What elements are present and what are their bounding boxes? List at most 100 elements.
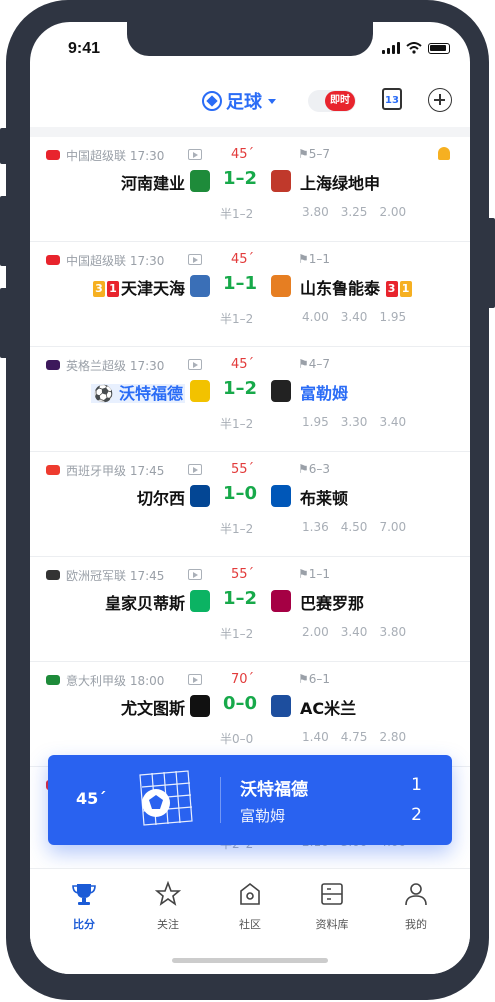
divider bbox=[30, 127, 470, 137]
tab-database[interactable]: 资料库 bbox=[302, 881, 362, 932]
home-team[interactable]: ⚽ 沃特福德 bbox=[91, 380, 185, 404]
video-icon[interactable] bbox=[188, 569, 202, 580]
tab-follow[interactable]: 关注 bbox=[138, 880, 198, 932]
home-team[interactable]: 切尔西 bbox=[137, 485, 185, 509]
match-row[interactable]: 欧洲冠军联 17:45 55´ ⚑1–1 皇家贝蒂斯 1–2 巴赛罗那 半1–2 2.00 3.… bbox=[30, 557, 470, 662]
video-icon[interactable] bbox=[188, 674, 202, 685]
video-icon[interactable] bbox=[188, 359, 202, 370]
away-crest-icon bbox=[271, 170, 291, 192]
odds: 3.80 3.25 2.00 bbox=[302, 205, 406, 219]
home-crest-icon bbox=[190, 275, 210, 297]
away-team[interactable]: AC米兰 bbox=[300, 695, 356, 719]
star-icon bbox=[154, 880, 182, 906]
away-team[interactable]: 富勒姆 bbox=[300, 380, 348, 404]
red-card: 3 bbox=[385, 281, 398, 297]
home-team[interactable]: 河南建业 bbox=[121, 170, 185, 194]
corner-count: ⚑1–1 bbox=[298, 252, 331, 266]
odds-value: 2.00 bbox=[302, 625, 329, 639]
volume-up-button bbox=[0, 196, 8, 266]
match-meta: 欧洲冠军联 17:45 55´ ⚑1–1 bbox=[46, 567, 454, 585]
home-crest-icon bbox=[190, 380, 210, 402]
corner-count: ⚑6–3 bbox=[298, 462, 331, 476]
match-minute: 55´ bbox=[231, 567, 255, 582]
league-name-time: 中国超级联 17:30 bbox=[66, 254, 165, 268]
home-team[interactable]: 皇家贝蒂斯 bbox=[105, 590, 185, 614]
league-name-time: 中国超级联 17:30 bbox=[66, 149, 165, 163]
status-icons bbox=[382, 42, 450, 54]
home-team[interactable]: 3 1 天津天海 bbox=[92, 275, 185, 299]
home-team-name: 皇家贝蒂斯 bbox=[104, 594, 185, 613]
home-crest-icon bbox=[190, 590, 210, 612]
away-team[interactable]: 山东鲁能泰 31 bbox=[300, 275, 414, 299]
tab-label: 资料库 bbox=[315, 918, 349, 931]
goal-score-1: 1 bbox=[411, 775, 422, 795]
tab-label: 关注 bbox=[157, 918, 179, 931]
league-name-time: 欧洲冠军联 17:45 bbox=[66, 569, 165, 583]
video-icon[interactable] bbox=[188, 464, 202, 475]
away-team[interactable]: 布莱顿 bbox=[300, 485, 348, 509]
odds-value: 1.40 bbox=[302, 730, 329, 744]
bell-icon[interactable] bbox=[438, 147, 450, 160]
odds: 1.95 3.30 3.40 bbox=[302, 415, 406, 429]
tab-community[interactable]: 社区 bbox=[220, 881, 280, 932]
away-team-name: 富勒姆 bbox=[300, 384, 349, 403]
match-score: 0–0 bbox=[222, 693, 258, 714]
home-crest-icon bbox=[190, 485, 210, 507]
match-row[interactable]: 中国超级联 17:30 45´ ⚑1–1 3 1 天津天海 1–1 山东鲁能泰 3 1 半1–2 4… bbox=[30, 242, 470, 347]
odds-value: 3.40 bbox=[379, 415, 407, 429]
away-crest-icon bbox=[271, 380, 291, 402]
goal-popup[interactable]: 45´ 沃特福德 富勒姆 1 2 bbox=[48, 755, 452, 845]
home-team-name: ⚽ 沃特福德 bbox=[91, 384, 185, 403]
home-team[interactable]: 尤文图斯 bbox=[121, 695, 185, 719]
corner-count: ⚑6–1 bbox=[298, 672, 331, 686]
away-team[interactable]: 上海绿地申 bbox=[300, 170, 380, 194]
notch bbox=[127, 22, 373, 56]
away-team-name: 巴赛罗那 bbox=[300, 594, 365, 613]
half-time-score: 半1–2 bbox=[220, 627, 254, 641]
odds-value: 7.00 bbox=[379, 520, 407, 534]
screen: 9:41 足球 即时 13 中国超级联 17:30 45´ ⚑5–7 河南建业 1–2 上… bbox=[30, 22, 470, 974]
live-toggle[interactable]: 即时 bbox=[308, 90, 356, 112]
league-icon bbox=[46, 570, 60, 580]
odds: 4.00 3.40 1.95 bbox=[302, 310, 406, 324]
sport-selector[interactable]: 足球 bbox=[202, 88, 276, 114]
half-time-score: 半1–2 bbox=[220, 207, 254, 221]
video-icon[interactable] bbox=[188, 254, 202, 265]
chevron-down-icon bbox=[268, 98, 276, 104]
calendar-icon[interactable]: 13 bbox=[382, 88, 402, 110]
wifi-icon bbox=[406, 42, 422, 54]
video-icon[interactable] bbox=[188, 149, 202, 160]
match-row[interactable]: 中国超级联 17:30 45´ ⚑5–7 河南建业 1–2 上海绿地申 半1–2 3.80 3.… bbox=[30, 137, 470, 242]
match-meta: 英格兰超级 17:30 45´ ⚑4–7 bbox=[46, 357, 454, 375]
match-row[interactable]: 意大利甲级 18:00 70´ ⚑6–1 尤文图斯 0–0 AC米兰 半0–0 1.40 4.7… bbox=[30, 662, 470, 767]
volume-down-button bbox=[0, 288, 8, 358]
mute-switch bbox=[0, 128, 8, 164]
database-icon bbox=[321, 883, 343, 905]
add-icon[interactable] bbox=[428, 88, 452, 112]
odds-value: 4.00 bbox=[302, 310, 329, 324]
match-score: 1–2 bbox=[222, 378, 258, 399]
match-row[interactable]: 西班牙甲级 17:45 55´ ⚑6–3 切尔西 1–0 布莱顿 半1–2 1.36 4.50 7… bbox=[30, 452, 470, 557]
match-minute: 70´ bbox=[231, 672, 255, 687]
tab-scores[interactable]: 比分 bbox=[54, 881, 114, 932]
tab-label: 比分 bbox=[73, 918, 95, 931]
battery-icon bbox=[428, 42, 450, 54]
goal-net-icon bbox=[139, 770, 193, 826]
odds: 2.00 3.40 3.80 bbox=[302, 625, 406, 639]
tab-me[interactable]: 我的 bbox=[386, 881, 446, 932]
community-icon bbox=[240, 882, 260, 905]
away-crest-icon bbox=[271, 695, 291, 717]
away-team-name: 山东鲁能泰 bbox=[300, 279, 381, 298]
odds: 1.40 4.75 2.80 bbox=[302, 730, 406, 744]
odds-value: 3.40 bbox=[340, 625, 368, 639]
odds-value: 1.36 bbox=[302, 520, 329, 534]
odds-value: 4.50 bbox=[340, 520, 368, 534]
signal-icon bbox=[382, 42, 400, 54]
tab-label: 我的 bbox=[405, 918, 427, 931]
match-meta: 中国超级联 17:30 45´ ⚑5–7 bbox=[46, 147, 454, 165]
away-team-name: AC米兰 bbox=[300, 699, 357, 718]
away-team[interactable]: 巴赛罗那 bbox=[300, 590, 364, 614]
away-crest-icon bbox=[271, 485, 291, 507]
match-row[interactable]: 英格兰超级 17:30 45´ ⚑4–7 ⚽ 沃特福德 1–2 富勒姆 半1–2 1.95 3.… bbox=[30, 347, 470, 452]
home-indicator bbox=[172, 958, 328, 963]
